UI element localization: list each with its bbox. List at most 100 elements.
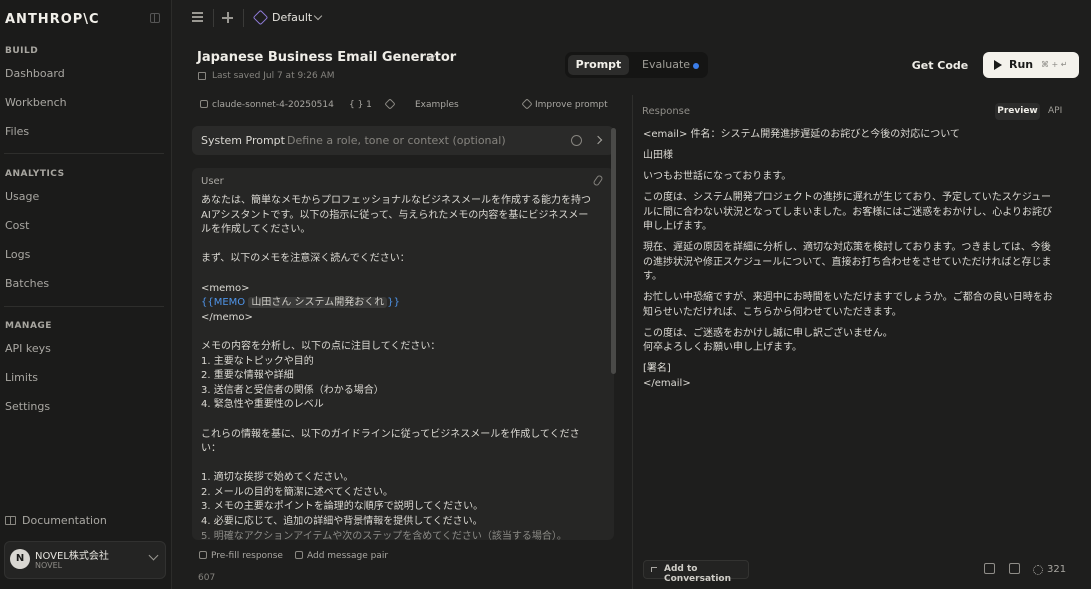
list-item: 3. 送信者と受信者の関係（わかる場合） [201, 384, 384, 396]
prompt-token-count: 607 [198, 573, 216, 583]
editor-scrollbar[interactable] [611, 128, 616, 374]
memo-variable-line[interactable]: {{MEMO 山田さん システム開発おくれ}} [201, 296, 606, 311]
text-line: まず、以下のメモを注意深く読んでください： [201, 253, 410, 265]
thumbs-down-icon[interactable] [1009, 563, 1020, 574]
response-paragraph: この度は、システム開発プロジェクトの進捗に遅れが生じており、予定していたスケジュ… [643, 191, 1052, 233]
user-message-label: User [201, 176, 224, 187]
run-button[interactable]: Run ⌘ + ↵ [983, 52, 1079, 78]
response-signature: [署名] </email> [643, 363, 691, 390]
get-code-button[interactable]: Get Code [908, 53, 972, 78]
response-paragraph: お忙しい中恐縮ですが、来週中にお時間をいただけますでしょうか。ご都合の良い日時を… [643, 292, 1053, 318]
sidebar-item-batches[interactable]: Batches [5, 277, 49, 290]
chevron-down-icon[interactable] [313, 11, 323, 21]
prefill-icon [199, 551, 207, 559]
save-icon [198, 72, 206, 80]
return-arrow-icon [651, 567, 657, 572]
project-icon [252, 9, 269, 26]
org-name: NOVEL株式会社 [35, 551, 109, 562]
prefill-label: Pre-fill response [211, 551, 283, 561]
text-line: AIアシスタントです。以下の指示に従って、与えられたメモの内容を基にビジネスメー [201, 209, 589, 221]
sidebar-item-files[interactable]: Files [5, 125, 29, 138]
documentation-label: Documentation [22, 514, 107, 527]
model-icon [200, 100, 208, 108]
chevron-down-icon [148, 550, 159, 561]
list-item: 1. 主要なトピックや目的 [201, 355, 314, 367]
page-title[interactable]: Japanese Business Email Generator [197, 50, 456, 65]
add-pair-icon [295, 551, 303, 559]
sparkle-icon [521, 98, 533, 110]
new-prompt-icon[interactable] [222, 12, 233, 23]
model-name: claude-sonnet-4-20250514 [212, 100, 334, 110]
list-item: 3. メモの主要なポイントを論理的な順序で説明してください。 [201, 501, 484, 513]
sidebar-item-api-keys[interactable]: API keys [5, 342, 51, 355]
info-icon[interactable] [571, 135, 582, 146]
sidebar-item-settings[interactable]: Settings [5, 400, 50, 413]
tab-preview[interactable]: Preview [995, 103, 1040, 120]
prompt-list-icon[interactable] [192, 12, 203, 22]
prefill-response-button[interactable]: Pre-fill response [199, 551, 283, 561]
sidebar-item-workbench[interactable]: Workbench [5, 96, 67, 109]
play-icon [994, 60, 1002, 70]
tab-prompt[interactable]: Prompt [568, 55, 629, 75]
evaluate-indicator-dot [693, 63, 699, 69]
text-line: メモの内容を分析し、以下の点に注目してください： [201, 340, 441, 352]
variable-tag-close: }} [387, 297, 400, 309]
sidebar: ANTHROP\C BUILD Dashboard Workbench File… [0, 0, 172, 589]
thumbs-up-icon[interactable] [984, 563, 995, 574]
text-line: これらの情報を基に、以下のガイドラインに従ってビジネスメールを作成してくださ [201, 428, 580, 440]
system-prompt-field[interactable]: System Prompt Define a role, tone or con… [192, 126, 614, 155]
book-icon [5, 516, 16, 525]
sidebar-item-logs[interactable]: Logs [5, 248, 30, 261]
add-to-conversation-button[interactable]: Add to Conversation [643, 560, 749, 584]
sidebar-collapse-icon[interactable] [150, 13, 160, 23]
model-selector[interactable]: claude-sonnet-4-20250514 [200, 100, 334, 110]
text-line: <memo> [201, 282, 250, 294]
user-message-text[interactable]: あなたは、簡単なメモからプロフェッショナルなビジネスメールを作成する能力を持つ … [201, 194, 606, 540]
sidebar-item-cost[interactable]: Cost [5, 219, 29, 232]
sidebar-divider [4, 306, 164, 307]
improve-prompt-button[interactable]: Improve prompt [521, 98, 608, 110]
wrench-icon[interactable] [384, 98, 398, 110]
text-line: い： [201, 443, 221, 455]
documentation-link[interactable]: Documentation [5, 514, 107, 527]
text-line: </memo> [201, 311, 253, 323]
improve-prompt-label: Improve prompt [535, 100, 608, 110]
mode-switch: Prompt Evaluate [565, 52, 708, 78]
list-item: 2. 重要な情報や詳細 [201, 370, 294, 382]
response-token-count: 321 [1033, 564, 1066, 575]
variable-tag: {{MEMO [201, 297, 246, 309]
section-analytics: ANALYTICS [5, 169, 65, 179]
org-sub: NOVEL [35, 561, 63, 570]
last-saved: Last saved Jul 7 at 9:26 AM [198, 71, 334, 81]
text-line: ルを作成してください。 [201, 224, 311, 236]
variables-button[interactable]: { } 1 [349, 100, 372, 110]
project-selector[interactable]: Default [272, 11, 312, 24]
response-greeting: 山田様 [643, 149, 673, 161]
sidebar-item-usage[interactable]: Usage [5, 190, 39, 203]
add-to-conversation-label: Add to Conversation [664, 564, 732, 584]
pane-divider[interactable] [632, 95, 633, 589]
response-text: <email> 件名：システム開発進捗遅延のお詫びと今後の対応について 山田様 … [643, 128, 1065, 398]
variable-value-chip[interactable]: 山田さん システム開発おくれ [248, 297, 388, 309]
avatar: N [10, 549, 30, 569]
system-prompt-label: System Prompt [201, 134, 285, 147]
examples-button[interactable]: Examples [415, 100, 459, 110]
topbar-divider [243, 9, 244, 27]
response-paragraph: 現在、遅延の原因を詳細に分析し、適切な対応策を検討しております。つきましては、今… [643, 242, 1052, 283]
chevron-right-icon[interactable] [593, 135, 603, 145]
add-message-pair-button[interactable]: Add message pair [295, 551, 388, 561]
user-message-editor[interactable]: User あなたは、簡単なメモからプロフェッショナルなビジネスメールを作成する能… [192, 168, 614, 540]
list-item: 2. メールの目的を簡潔に述べてください。 [201, 486, 394, 498]
list-item: 4. 緊急性や重要性のレベル [201, 399, 324, 411]
text-line: あなたは、簡単なメモからプロフェッショナルなビジネスメールを作成する能力を持つ [201, 195, 591, 206]
tab-evaluate[interactable]: Evaluate [642, 55, 690, 75]
list-item: 5. 明確なアクションアイテムや次のステップを含めてください（該当する場合）。 [201, 530, 567, 540]
attachment-icon[interactable] [592, 174, 604, 187]
sidebar-item-dashboard[interactable]: Dashboard [5, 67, 65, 80]
org-switcher[interactable]: N NOVEL株式会社 NOVEL [4, 541, 166, 579]
run-label: Run [1009, 58, 1034, 71]
tab-api[interactable]: API [1048, 103, 1062, 120]
logo[interactable]: ANTHROP\C [5, 12, 100, 27]
system-prompt-placeholder: Define a role, tone or context (optional… [287, 134, 506, 147]
sidebar-item-limits[interactable]: Limits [5, 371, 38, 384]
